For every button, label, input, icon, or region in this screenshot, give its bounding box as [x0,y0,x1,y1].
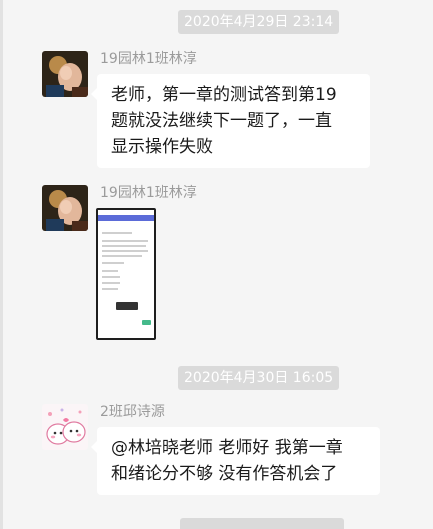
phone-text-line [102,240,148,242]
phone-toast [116,302,138,310]
chat-history: 2020年4月29日 23:14 19园林1班林淳 老师，第一章的测试答到第19… [0,0,433,529]
phone-text-line [102,250,148,252]
message-bubble[interactable]: 老师，第一章的测试答到第19 题就没法继续下一题了，一直 显示操作失败 [91,74,370,168]
phone-text-line [102,245,146,247]
phone-header-bar [98,215,154,221]
sender-name: 19园林1班林淳 [100,51,197,67]
phone-text-line [102,255,142,257]
message-text: 老师，第一章的测试答到第19 [111,85,337,105]
avatar-photo-icon [42,51,88,97]
phone-text-line [102,288,118,290]
message-text: 显示操作失败 [111,137,213,157]
sender-name: 19园林1班林淳 [100,185,197,201]
timestamp-partial [180,518,344,529]
timestamp: 2020年4月29日 23:14 [178,10,340,34]
timestamp: 2020年4月30日 16:05 [178,366,340,390]
avatar[interactable] [42,51,88,97]
message-text: 和绪论分不够 没有作答机会了 [111,464,338,484]
avatar[interactable] [42,404,88,450]
message-text: @林培晓老师 老师好 我第一章 [111,438,343,458]
phone-button [142,320,151,325]
avatar-photo-icon [42,185,88,231]
avatar[interactable] [42,185,88,231]
message-text: 题就没法继续下一题了，一直 [111,111,332,131]
left-rail [0,0,3,529]
phone-text-line [102,282,120,284]
phone-screenshot-image[interactable] [96,208,156,340]
phone-text-line [102,262,124,264]
message-bubble[interactable]: @林培晓老师 老师好 我第一章 和绪论分不够 没有作答机会了 [91,427,380,495]
phone-text-line [102,232,132,234]
phone-text-line [102,276,120,278]
avatar-cartoon-icon [42,404,88,450]
sender-name: 2班邱诗源 [100,404,165,420]
phone-screen [98,210,154,338]
phone-text-line [102,270,118,272]
